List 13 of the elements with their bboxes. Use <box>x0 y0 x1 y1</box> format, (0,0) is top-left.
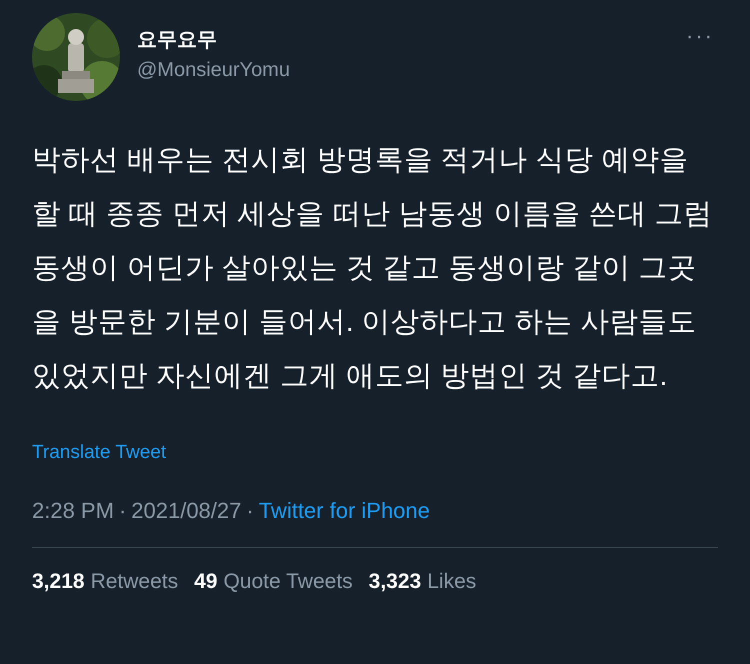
stat-link[interactable]: 3,323 Likes <box>368 566 476 597</box>
author-name[interactable]: 요무요무 <box>137 27 290 53</box>
tweet-text: 박하선 배우는 전시회 방명록을 적거나 식당 예약을 할 때 종종 먼저 세상을 떠난 남동생 이름을 쓴대 그럼 동생이 어딘가 살아있는 것 같고 동생이랑 같이 그곳을 방문한 기분이 들어서. 이상하다고 하는 사람들도 있었지만 자신에겐 그게 애도의 방법인 것 같다고. <box>32 143 714 394</box>
separator-dot: · <box>118 496 126 524</box>
author-handle[interactable]: @MonsieurYomu <box>137 57 290 83</box>
separator-dot: · <box>246 496 254 524</box>
stat-link[interactable]: 3,218 Retweets <box>32 566 178 597</box>
more-button[interactable]: ··· <box>686 25 714 47</box>
tweet-date: 2021/08/27 <box>131 496 242 524</box>
source-link[interactable]: Twitter for iPhone <box>258 494 430 526</box>
stat-link[interactable]: 49 Quote Tweets <box>194 566 353 597</box>
translate-link[interactable]: Translate Tweet <box>32 442 166 463</box>
tweet-time: 2:28 PM <box>32 496 114 524</box>
